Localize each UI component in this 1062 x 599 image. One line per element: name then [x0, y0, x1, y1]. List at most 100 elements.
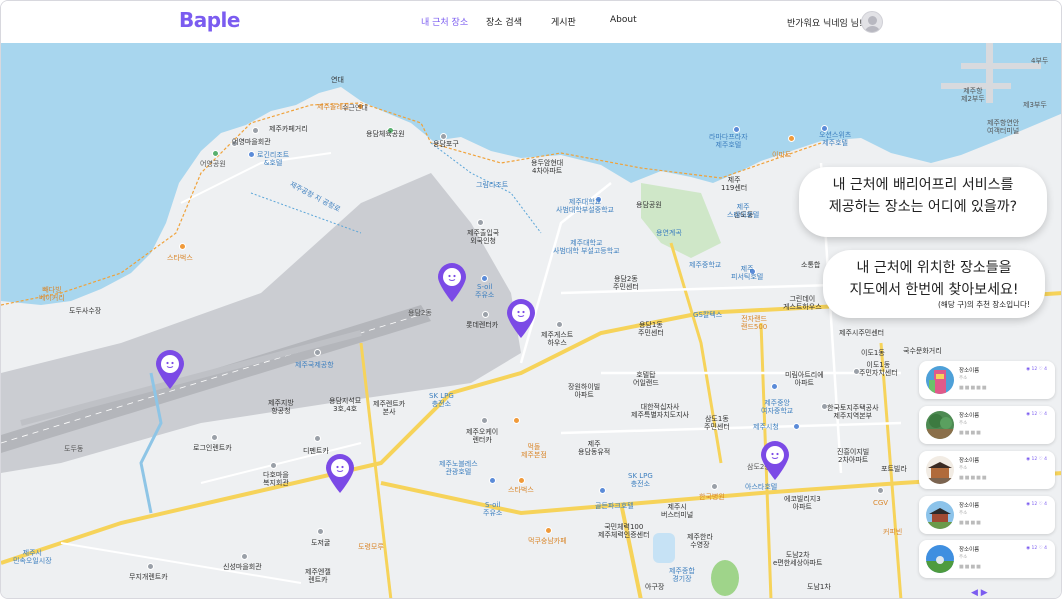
poi-dot — [241, 553, 248, 560]
map-label: 제3부두 — [1023, 101, 1047, 109]
map-label: 다호마을 복지회관 — [263, 471, 289, 487]
map-label: 제주대학교 사범대학 부설고등학교 — [553, 239, 620, 255]
pagination-arrows[interactable]: ◀ ▶ — [971, 588, 988, 598]
map-label: 에코빌리지3 아파트 — [784, 495, 821, 511]
nav-about[interactable]: About — [610, 15, 637, 25]
bubble-1-line-1: 내 근처에 배리어프리 서비스를 — [832, 177, 1014, 193]
map-label: 도남2차 e편한세상아파트 — [773, 551, 823, 567]
map-label: 로긴리조트 &호텔 — [257, 151, 290, 167]
map-label: 용담지석묘 3호,4호 — [329, 397, 362, 413]
map-label: 이도1동 — [861, 349, 885, 357]
map-label: 그린데이 게스트하우스 — [783, 295, 822, 311]
map-label: 롯데렌터카 — [466, 321, 499, 329]
map-view[interactable]: 연대 제주올레길 수근연대 제주카페거리 어영마을회관 어영공원 로긴리조트 &호… — [1, 43, 1061, 598]
map-label: 용담1동 주민센터 — [638, 321, 664, 337]
map-label: S-oil 주유소 — [475, 283, 495, 299]
poi-dot — [733, 126, 740, 133]
bubble-1-line-2: 제공하는 장소는 어디에 있을까? — [828, 199, 1018, 215]
map-label: 대한적십자사 제주특별자치도지사 — [631, 403, 689, 419]
nav-board[interactable]: 게시판 — [551, 15, 576, 28]
place-card[interactable]: 장소이름 주소 ■■■■■ ◉ 12 ♡ 4 — [919, 451, 1055, 489]
nav-nearby-places[interactable]: 내 근처 장소 — [421, 15, 468, 28]
map-label: 용담2동 — [408, 309, 432, 317]
place-card[interactable]: 장소이름 주소 ■■■■ ◉ 12 ♡ 4 — [919, 406, 1055, 444]
map-label: 한국병원 — [699, 493, 725, 501]
map-label: 어영마을회관 — [232, 138, 271, 146]
logo[interactable]: Baple — [179, 8, 240, 32]
place-address: 주소 — [959, 376, 968, 381]
place-card[interactable]: 장소이름 주소 ■■■■■ ◉ 12 ♡ 4 — [919, 361, 1055, 399]
map-label: 그림리조트 — [476, 181, 509, 189]
nav-place-search[interactable]: 장소 검색 — [486, 15, 522, 28]
map-label: 무지개렌트카 — [129, 573, 168, 581]
poi-dot — [179, 243, 186, 250]
map-label: 제주 용담동유적 — [578, 440, 611, 456]
location-pin[interactable] — [437, 263, 467, 303]
place-name: 장소이름 — [959, 503, 980, 509]
poi-dot — [314, 435, 321, 442]
map-label: 장원하이빌 아파트 — [568, 383, 601, 399]
map-label: 제주렌트카 본사 — [373, 400, 406, 416]
poi-dot — [147, 563, 154, 570]
map-label: 제주중앙 여자중학교 — [761, 399, 794, 415]
place-address: 주소 — [959, 511, 968, 516]
map-label: 제주 피서틱호텔 — [731, 265, 764, 281]
bubble-2-line-1: 내 근처에 위치한 장소들을 — [856, 260, 1012, 276]
user-greeting: 반가워요 닉네임 님! — [787, 19, 863, 29]
map-label: GS칼텍스 — [693, 311, 723, 319]
map-label: 이도1동 주민자치센터 — [859, 361, 898, 377]
map-label: 신성마을회관 — [223, 563, 262, 571]
poi-dot — [248, 151, 255, 158]
map-label: 아스타호텔 — [745, 483, 778, 491]
location-pin[interactable] — [506, 299, 536, 339]
poi-dot — [518, 477, 525, 484]
map-label: 제주항 제2부두 — [961, 87, 985, 103]
map-label: 제주시 민속오일시장 — [13, 549, 52, 565]
map-label: 용담2동 주민센터 — [613, 275, 639, 291]
place-card[interactable]: 장소이름 주소 ■■■■ ◉ 12 ♡ 4 — [919, 496, 1055, 534]
poi-dot — [440, 133, 447, 140]
poi-dot — [513, 417, 520, 424]
map-label: 도두동 — [64, 445, 84, 453]
poi-dot — [212, 150, 219, 157]
poi-dot — [788, 135, 795, 142]
place-stats: ◉ 12 ♡ 4 — [1026, 502, 1047, 507]
place-tags: ■■■■ — [959, 520, 982, 526]
place-tags: ■■■■ — [959, 430, 982, 436]
place-name: 장소이름 — [959, 413, 980, 419]
map-label: 용담공원 — [636, 201, 662, 209]
map-label: 제주노블레스 관광호텔 — [439, 460, 478, 476]
place-card[interactable]: 장소이름 주소 ■■■■ ◉ 12 ♡ 4 — [919, 540, 1055, 578]
map-label: 용연계곡 — [656, 229, 682, 237]
map-label: 한국토지주택공사 제주지역본부 — [827, 404, 879, 420]
location-pin[interactable] — [155, 350, 185, 390]
place-tags: ■■■■ — [959, 564, 982, 570]
avatar[interactable] — [861, 11, 883, 33]
poi-dot — [482, 311, 489, 318]
map-label: 삼도1동 주민센터 — [704, 415, 730, 431]
poi-dot — [793, 423, 800, 430]
top-header: Baple 내 근처 장소 장소 검색 게시판 About 반가워요 닉네임 님… — [1, 1, 1061, 43]
map-label: 용두암현대 4차아파트 — [531, 159, 564, 175]
poi-dot — [477, 219, 484, 226]
map-label: 국수문화거리 — [903, 347, 942, 355]
location-pin[interactable] — [760, 441, 790, 481]
place-stats: ◉ 12 ♡ 4 — [1026, 457, 1047, 462]
map-label: 포트빌라 — [881, 465, 907, 473]
map-label: 소통합 — [801, 261, 821, 269]
poi-dot — [314, 349, 321, 356]
map-label: 이마트 — [772, 151, 792, 159]
avatar-head — [868, 16, 877, 25]
map-label: S-oil 주유소 — [483, 501, 503, 517]
poi-dot — [877, 487, 884, 494]
place-thumbnail — [926, 411, 954, 439]
map-label: CGV — [873, 499, 889, 507]
map-label: 어영공원 — [200, 160, 226, 168]
location-pin[interactable] — [325, 454, 355, 494]
map-label: 먹돌 제주본점 — [521, 443, 547, 459]
map-label: 제주시청 — [753, 423, 779, 431]
place-thumbnail — [926, 501, 954, 529]
place-address: 주소 — [959, 555, 968, 560]
poi-dot — [711, 483, 718, 490]
place-thumbnail — [926, 456, 954, 484]
